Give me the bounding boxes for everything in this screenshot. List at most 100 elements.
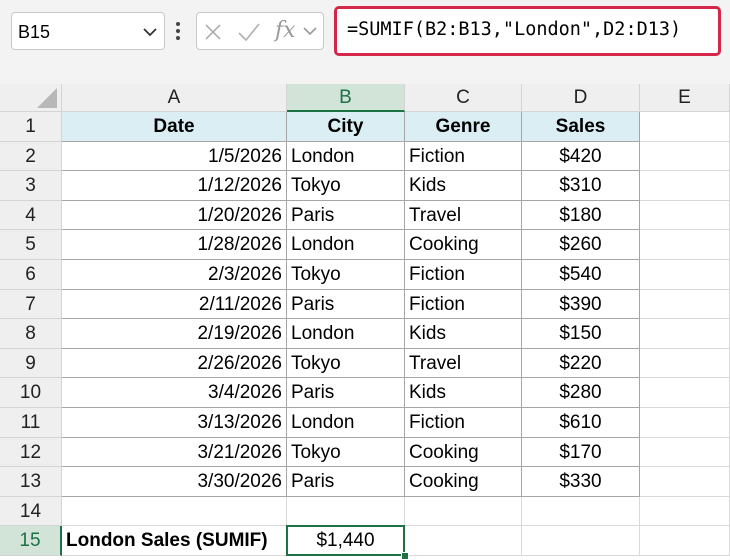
cell-b2[interactable]: London	[287, 141, 405, 172]
cell-c2[interactable]: Fiction	[405, 141, 522, 172]
chevron-down-icon[interactable]	[303, 25, 317, 37]
enter-check-icon[interactable]	[237, 22, 261, 42]
cell-e2[interactable]	[640, 141, 730, 172]
cell-a2[interactable]: 1/5/2026	[62, 141, 287, 172]
cell-a5[interactable]: 1/28/2026	[62, 230, 287, 260]
cell-c7[interactable]: Fiction	[405, 289, 522, 320]
select-all-icon[interactable]	[37, 88, 57, 108]
cell-b9[interactable]: Tokyo	[287, 348, 405, 379]
formula-input[interactable]: =SUMIF(B2:B13,"London",D2:D13)	[334, 6, 721, 56]
cell-e13[interactable]	[640, 467, 730, 497]
cell-d3[interactable]: $310	[522, 171, 640, 201]
row-header-12[interactable]: 12	[0, 437, 62, 468]
cell-a15[interactable]: London Sales (SUMIF)	[62, 526, 287, 556]
cell-e7[interactable]	[640, 289, 730, 320]
cell-d7[interactable]: $390	[522, 289, 640, 320]
cell-b8[interactable]: London	[287, 319, 405, 349]
cell-c6[interactable]: Fiction	[405, 260, 522, 290]
cell-a12[interactable]: 3/21/2026	[62, 437, 287, 468]
select-all-corner[interactable]	[0, 84, 62, 112]
cell-b1[interactable]: City	[287, 112, 405, 142]
cell-d11[interactable]: $610	[522, 408, 640, 438]
cell-d8[interactable]: $150	[522, 319, 640, 349]
cell-c9[interactable]: Travel	[405, 348, 522, 379]
cell-d5[interactable]: $260	[522, 230, 640, 260]
cell-d6[interactable]: $540	[522, 260, 640, 290]
row-header-15[interactable]: 15	[0, 526, 62, 556]
cell-d14[interactable]	[522, 496, 640, 527]
cell-d4[interactable]: $180	[522, 200, 640, 231]
cancel-icon[interactable]	[203, 22, 223, 42]
cell-d13[interactable]: $330	[522, 467, 640, 497]
cell-b3[interactable]: Tokyo	[287, 171, 405, 201]
cell-b14[interactable]	[287, 496, 405, 527]
row-header-13[interactable]: 13	[0, 467, 62, 497]
cell-a3[interactable]: 1/12/2026	[62, 171, 287, 201]
cell-e15[interactable]	[640, 526, 730, 556]
cell-a1[interactable]: Date	[62, 112, 287, 142]
cell-c3[interactable]: Kids	[405, 171, 522, 201]
column-header-b[interactable]: B	[287, 84, 405, 112]
cell-e11[interactable]	[640, 408, 730, 438]
cell-a9[interactable]: 2/26/2026	[62, 348, 287, 379]
cell-e5[interactable]	[640, 230, 730, 260]
cell-c4[interactable]: Travel	[405, 200, 522, 231]
cell-b4[interactable]: Paris	[287, 200, 405, 231]
cell-e10[interactable]	[640, 378, 730, 408]
cell-b12[interactable]: Tokyo	[287, 437, 405, 468]
cell-d12[interactable]: $170	[522, 437, 640, 468]
cell-a6[interactable]: 2/3/2026	[62, 260, 287, 290]
row-header-14[interactable]: 14	[0, 496, 62, 527]
cell-c13[interactable]: Cooking	[405, 467, 522, 497]
cell-d10[interactable]: $280	[522, 378, 640, 408]
cell-e9[interactable]	[640, 348, 730, 379]
cell-c15[interactable]	[405, 526, 522, 556]
cell-e12[interactable]	[640, 437, 730, 468]
name-box[interactable]: B15	[11, 12, 165, 50]
cell-d1[interactable]: Sales	[522, 112, 640, 142]
cell-a8[interactable]: 2/19/2026	[62, 319, 287, 349]
cell-c12[interactable]: Cooking	[405, 437, 522, 468]
cell-e6[interactable]	[640, 260, 730, 290]
row-header-10[interactable]: 10	[0, 378, 62, 408]
cell-a7[interactable]: 2/11/2026	[62, 289, 287, 320]
cell-e3[interactable]	[640, 171, 730, 201]
cell-a10[interactable]: 3/4/2026	[62, 378, 287, 408]
column-header-e[interactable]: E	[640, 84, 730, 112]
row-header-1[interactable]: 1	[0, 112, 62, 142]
cell-c1[interactable]: Genre	[405, 112, 522, 142]
insert-function-icon[interactable]: fx	[275, 18, 296, 43]
cell-a4[interactable]: 1/20/2026	[62, 200, 287, 231]
row-header-2[interactable]: 2	[0, 141, 62, 172]
cell-b10[interactable]: Paris	[287, 378, 405, 408]
cell-a14[interactable]	[62, 496, 287, 527]
row-header-4[interactable]: 4	[0, 200, 62, 231]
cell-d2[interactable]: $420	[522, 141, 640, 172]
row-header-8[interactable]: 8	[0, 319, 62, 349]
cell-e1[interactable]	[640, 112, 730, 142]
row-header-11[interactable]: 11	[0, 408, 62, 438]
more-options-icon[interactable]	[175, 20, 181, 42]
row-header-3[interactable]: 3	[0, 171, 62, 201]
cell-a13[interactable]: 3/30/2026	[62, 467, 287, 497]
fill-handle[interactable]	[401, 552, 409, 560]
cell-d9[interactable]: $220	[522, 348, 640, 379]
cell-c14[interactable]	[405, 496, 522, 527]
cell-e14[interactable]	[640, 496, 730, 527]
row-header-6[interactable]: 6	[0, 260, 62, 290]
cell-e4[interactable]	[640, 200, 730, 231]
cell-b11[interactable]: London	[287, 408, 405, 438]
row-header-7[interactable]: 7	[0, 289, 62, 320]
column-header-a[interactable]: A	[62, 84, 287, 112]
column-header-c[interactable]: C	[405, 84, 522, 112]
row-header-9[interactable]: 9	[0, 348, 62, 379]
chevron-down-icon[interactable]	[142, 24, 158, 40]
cell-c10[interactable]: Kids	[405, 378, 522, 408]
cell-d15[interactable]	[522, 526, 640, 556]
cell-b5[interactable]: London	[287, 230, 405, 260]
cell-b13[interactable]: Paris	[287, 467, 405, 497]
cell-e8[interactable]	[640, 319, 730, 349]
cell-c11[interactable]: Fiction	[405, 408, 522, 438]
cell-c5[interactable]: Cooking	[405, 230, 522, 260]
cell-a11[interactable]: 3/13/2026	[62, 408, 287, 438]
